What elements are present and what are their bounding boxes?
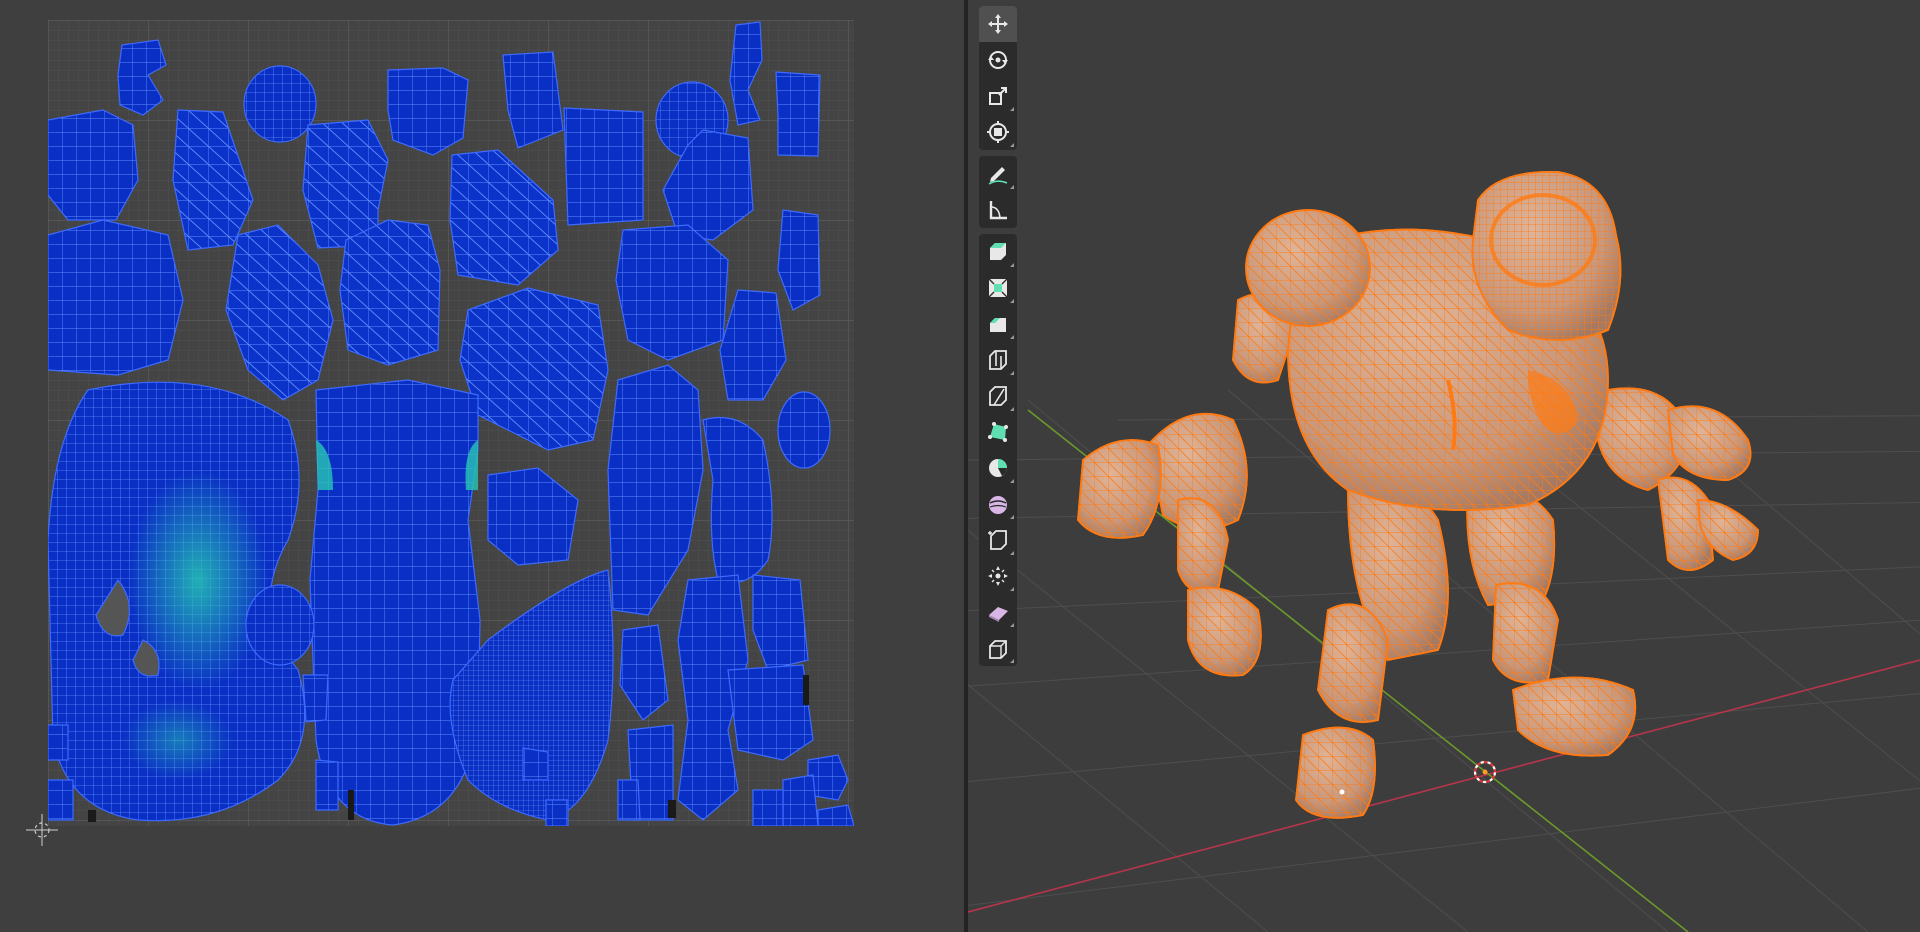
- knife-tool-button[interactable]: [979, 378, 1017, 414]
- bevel-icon: [990, 318, 1006, 332]
- scale-tool-button[interactable]: [979, 78, 1017, 114]
- poly-build-tool-button[interactable]: [979, 414, 1017, 450]
- shear-tool-button[interactable]: [979, 594, 1017, 630]
- smooth-tool-button[interactable]: [979, 486, 1017, 522]
- extrude-region-icon: [990, 243, 1006, 260]
- annotate-tool-button[interactable]: [979, 156, 1017, 192]
- loop-cut-tool-button[interactable]: [979, 342, 1017, 378]
- poly-build-icon: [988, 422, 1008, 442]
- measure-tool-button[interactable]: [979, 192, 1017, 228]
- uv-canvas[interactable]: [48, 20, 854, 826]
- character-mesh[interactable]: [1077, 171, 1759, 819]
- smooth-icon: [989, 496, 1007, 514]
- shrink-fatten-tool-button[interactable]: [979, 558, 1017, 594]
- spin-icon: [989, 459, 1007, 477]
- transform-tool-button[interactable]: [979, 114, 1017, 150]
- rip-region-tool-button[interactable]: [979, 630, 1017, 666]
- scale-icon: [989, 87, 1007, 105]
- annotate-pencil-icon: [988, 167, 1008, 185]
- bevel-tool-button[interactable]: [979, 306, 1017, 342]
- 2d-cursor-icon[interactable]: [22, 810, 62, 850]
- inset-faces-tool-button[interactable]: [979, 270, 1017, 306]
- uv-editor[interactable]: [0, 0, 964, 932]
- move-icon: [988, 14, 1008, 34]
- edge-slide-icon: [988, 530, 1007, 550]
- 3d-viewport[interactable]: [968, 0, 1920, 932]
- loop-cut-icon: [989, 350, 1007, 370]
- tool-group-edit: [979, 234, 1017, 666]
- vertex-selected: [1339, 789, 1345, 795]
- blender-window: [0, 0, 1920, 932]
- tool-group-transform: [979, 6, 1017, 150]
- spin-tool-button[interactable]: [979, 450, 1017, 486]
- viewport-canvas[interactable]: [968, 0, 1920, 932]
- move-tool-button[interactable]: [979, 6, 1017, 42]
- shear-icon: [989, 607, 1008, 622]
- rip-region-icon: [989, 640, 1007, 659]
- rotate-tool-button[interactable]: [979, 42, 1017, 78]
- transform-icon: [987, 121, 1009, 143]
- tool-shelf: [979, 6, 1017, 672]
- measure-icon: [989, 201, 1007, 220]
- tool-group-annotate: [979, 156, 1017, 228]
- shrink-fatten-icon: [988, 566, 1008, 586]
- extrude-region-tool-button[interactable]: [979, 234, 1017, 270]
- 3d-cursor-icon[interactable]: [1473, 760, 1497, 784]
- edge-slide-tool-button[interactable]: [979, 522, 1017, 558]
- inset-faces-icon: [988, 278, 1008, 298]
- rotate-icon: [988, 51, 1008, 69]
- knife-icon: [989, 386, 1007, 406]
- x-axis-line: [968, 659, 1920, 913]
